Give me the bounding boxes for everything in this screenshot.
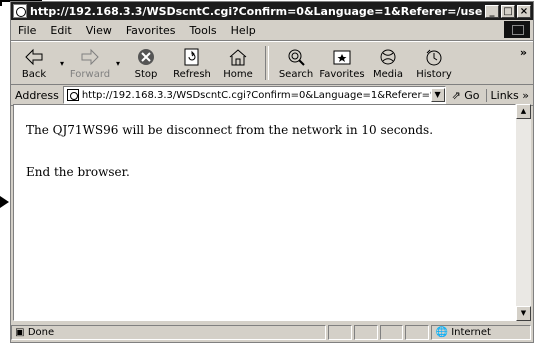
- history-label: History: [416, 68, 452, 80]
- go-button[interactable]: ⇗ Go: [446, 89, 486, 102]
- back-button[interactable]: Back: [11, 47, 57, 80]
- status-bar: ▣ Done 🌐 Internet: [11, 323, 533, 342]
- search-label: Search: [278, 68, 314, 80]
- go-label: Go: [464, 88, 480, 102]
- back-label: Back: [21, 68, 47, 80]
- stop-button[interactable]: Stop: [123, 47, 169, 80]
- menu-view[interactable]: View: [79, 24, 119, 37]
- menu-help[interactable]: Help: [224, 24, 263, 37]
- home-icon: [229, 48, 247, 65]
- back-dropdown-icon[interactable]: ▾: [57, 59, 67, 68]
- stop-icon: [138, 48, 154, 65]
- status-main: ▣ Done: [11, 325, 326, 340]
- vertical-scrollbar[interactable]: ▲ ▼: [516, 104, 531, 321]
- address-input[interactable]: [81, 89, 431, 101]
- scroll-down-button[interactable]: ▼: [516, 306, 531, 321]
- refresh-icon: [184, 48, 199, 65]
- menu-favorites[interactable]: Favorites: [119, 24, 183, 37]
- media-button[interactable]: Media: [365, 47, 411, 80]
- status-cell: [327, 325, 352, 340]
- favorites-button[interactable]: Favorites: [319, 47, 365, 80]
- menu-bar: File Edit View Favorites Tools Help: [11, 20, 533, 41]
- home-label: Home: [223, 68, 253, 80]
- address-bar: Address ▼ ⇗ Go Links »: [11, 85, 533, 106]
- address-label: Address: [15, 88, 59, 102]
- status-text: Done: [27, 327, 55, 338]
- maximize-button[interactable]: □: [501, 4, 515, 18]
- status-cell: [353, 325, 378, 340]
- end-browser-message: End the browser.: [26, 165, 130, 179]
- status-cell: [379, 325, 404, 340]
- pointer-arrow-icon: [0, 196, 9, 208]
- toolbar-overflow-chevron[interactable]: »: [520, 46, 527, 59]
- address-field[interactable]: ▼: [62, 86, 446, 104]
- page-icon: [66, 89, 79, 101]
- search-icon: [288, 49, 305, 66]
- ie-page-icon: [13, 4, 27, 18]
- history-icon: [426, 49, 442, 65]
- favorites-label: Favorites: [319, 68, 365, 80]
- go-arrow-icon: ⇗: [451, 88, 465, 102]
- scroll-up-button[interactable]: ▲: [516, 104, 531, 119]
- refresh-button[interactable]: Refresh: [169, 47, 215, 80]
- minimize-button[interactable]: _: [485, 4, 499, 18]
- search-button[interactable]: Search: [273, 47, 319, 80]
- done-page-icon: ▣: [12, 327, 28, 338]
- home-button[interactable]: Home: [215, 47, 261, 80]
- favorites-folder-icon: [333, 50, 351, 64]
- forward-arrow-icon: [81, 48, 99, 65]
- title-bar[interactable]: http://192.168.3.3/WSDscntC.cgi?Confirm=…: [11, 2, 533, 20]
- globe-icon: 🌐: [432, 327, 452, 338]
- forward-dropdown-icon[interactable]: ▾: [113, 59, 123, 68]
- media-label: Media: [372, 68, 404, 80]
- refresh-label: Refresh: [173, 68, 211, 80]
- status-cell: [405, 325, 430, 340]
- browser-window: http://192.168.3.3/WSDscntC.cgi?Confirm=…: [10, 1, 534, 343]
- security-zone: 🌐 Internet: [431, 325, 531, 340]
- windows-logo-throbber: [504, 21, 530, 38]
- media-icon: [380, 49, 396, 64]
- menu-file[interactable]: File: [11, 24, 43, 37]
- toolbar-separator: [265, 46, 269, 80]
- standard-toolbar: Back ▾ Forward ▾ Stop Refresh Home Searc…: [11, 41, 533, 85]
- back-arrow-icon: [25, 48, 43, 65]
- address-dropdown-button[interactable]: ▼: [430, 88, 445, 102]
- disconnect-message: The QJ71WS96 will be disconnect from the…: [26, 123, 434, 137]
- zone-label: Internet: [451, 327, 491, 338]
- window-title: http://192.168.3.3/WSDscntC.cgi?Confirm=…: [30, 4, 483, 18]
- menu-edit[interactable]: Edit: [43, 24, 78, 37]
- forward-label: Forward: [69, 68, 111, 80]
- page-content: The QJ71WS96 will be disconnect from the…: [13, 104, 516, 321]
- close-button[interactable]: ×: [517, 4, 531, 18]
- menu-tools[interactable]: Tools: [183, 24, 224, 37]
- links-button[interactable]: Links »: [485, 88, 533, 102]
- forward-button[interactable]: Forward: [67, 47, 113, 80]
- history-button[interactable]: History: [411, 47, 457, 80]
- stop-label: Stop: [134, 68, 158, 80]
